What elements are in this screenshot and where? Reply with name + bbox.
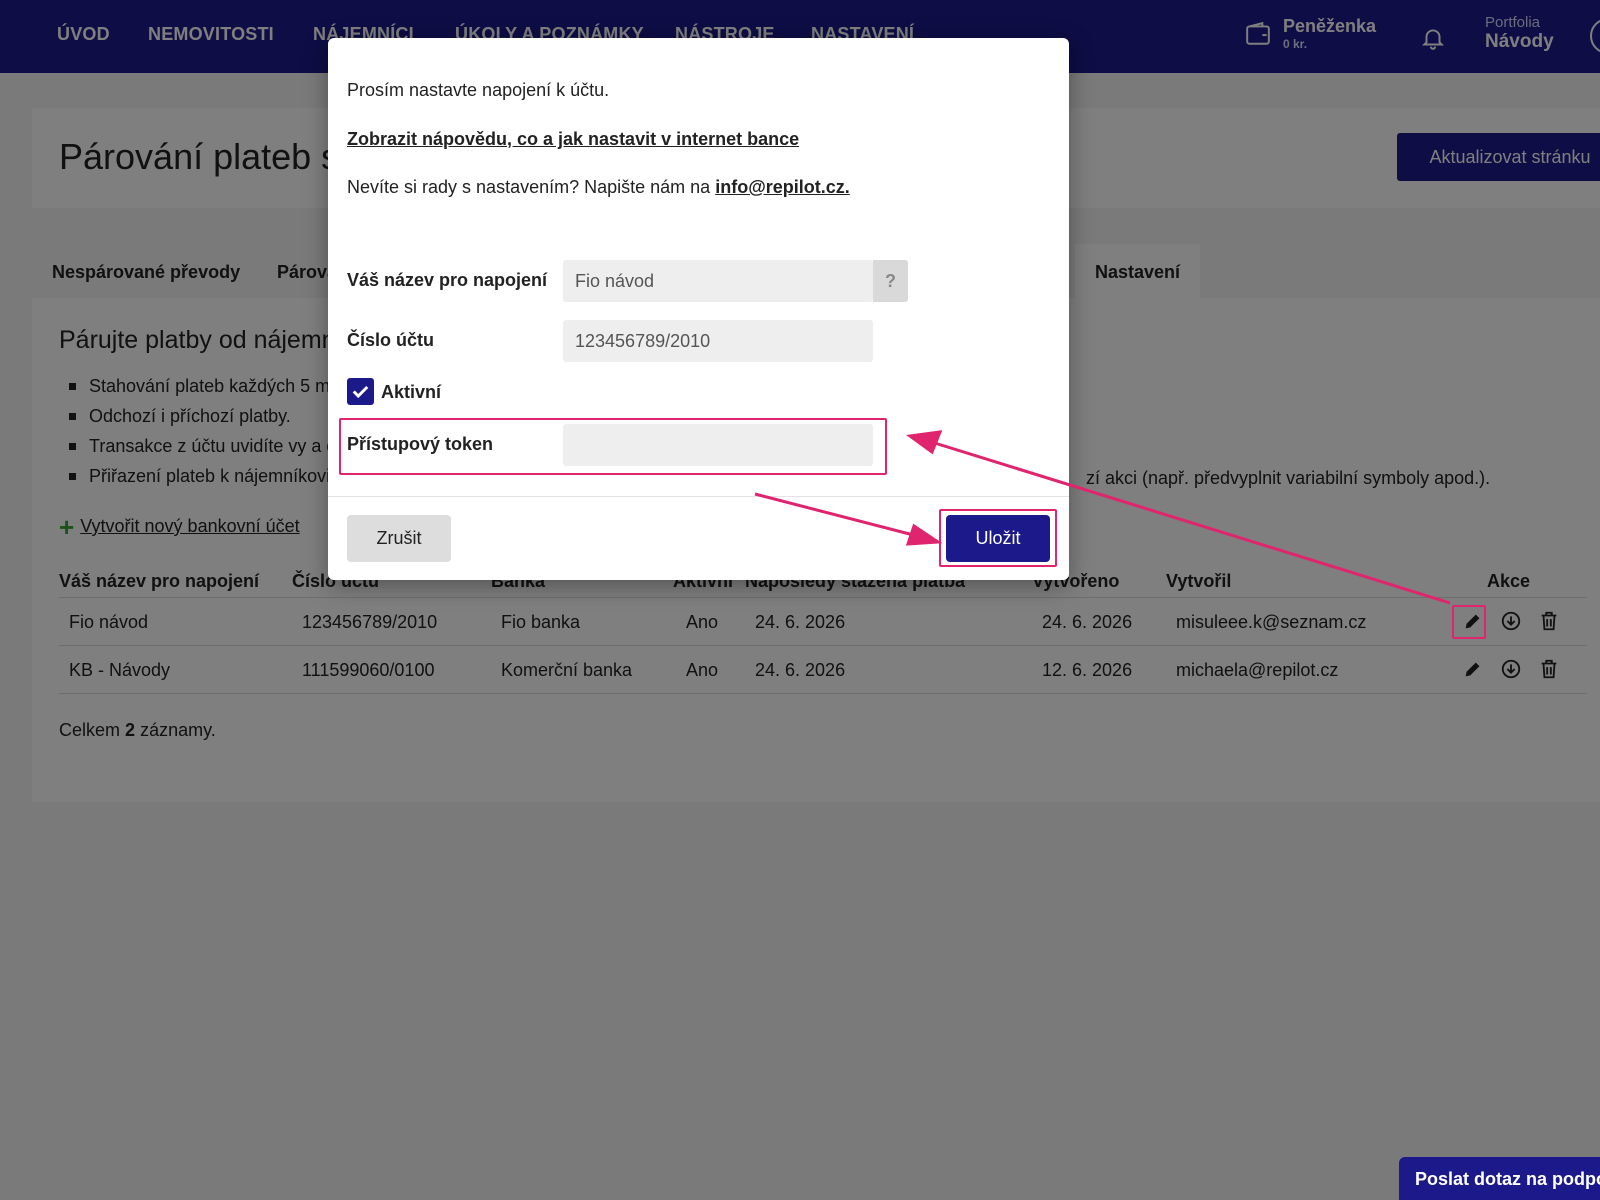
active-label: Aktivní — [381, 382, 442, 402]
access-token-input[interactable] — [563, 424, 873, 466]
save-button[interactable]: Uložit — [946, 515, 1050, 562]
contact-email-link[interactable]: info@repilot.cz. — [715, 177, 850, 197]
token-label: Přístupový token — [347, 434, 494, 454]
account-number-input[interactable] — [563, 320, 873, 362]
contact-text: Nevíte si rady s nastavením? Napište nám… — [347, 177, 850, 198]
account-label: Číslo účtu — [347, 330, 435, 350]
edit-icon-highlight — [1452, 605, 1486, 639]
dialog-intro: Prosím nastavte napojení k účtu. — [347, 80, 610, 100]
support-chat-button[interactable]: Poslat dotaz na podporu — [1399, 1157, 1600, 1200]
contact-prefix: Nevíte si rady s nastavením? Napište nám… — [347, 177, 711, 197]
help-link[interactable]: Zobrazit nápovědu, co a jak nastavit v i… — [347, 129, 799, 150]
name-label: Váš název pro napojení — [347, 270, 548, 290]
help-button[interactable]: ? — [873, 260, 908, 302]
check-icon — [352, 385, 369, 399]
bank-connection-dialog: Prosím nastavte napojení k účtu. Zobrazi… — [328, 38, 1069, 580]
cancel-button[interactable]: Zrušit — [347, 515, 451, 562]
dialog-divider — [328, 496, 1069, 497]
active-checkbox[interactable] — [347, 378, 374, 405]
connection-name-input[interactable] — [563, 260, 873, 302]
